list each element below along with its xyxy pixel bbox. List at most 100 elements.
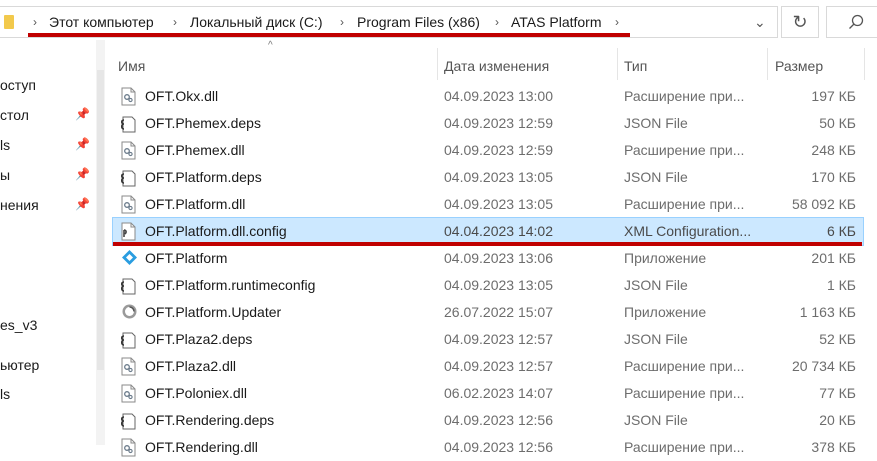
file-name[interactable]: OFT.Platform.runtimeconfig bbox=[145, 277, 315, 293]
file-date: 04.09.2023 12:57 bbox=[444, 331, 553, 347]
file-row[interactable]: OFT.Poloniex.dll 06.02.2023 14:07 Расширен… bbox=[113, 380, 863, 407]
file-size: 50 КБ bbox=[819, 115, 856, 131]
file-name[interactable]: OFT.Phemex.dll bbox=[145, 142, 245, 158]
file-type: JSON File bbox=[624, 169, 688, 185]
file-type: Расширение при... bbox=[624, 439, 745, 455]
file-name[interactable]: OFT.Okx.dll bbox=[145, 88, 218, 104]
file-row[interactable]: OFT.Platform.dll 04.09.2023 13:05 Расширен… bbox=[113, 191, 863, 218]
nav-item[interactable]: стол bbox=[0, 107, 29, 123]
dll-icon bbox=[121, 141, 136, 160]
file-row[interactable]: OFT.Platform.Updater 26.07.2022 15:07 Прил… bbox=[113, 299, 863, 326]
column-header-type[interactable]: Тип bbox=[624, 58, 647, 74]
file-name[interactable]: OFT.Platform.dll bbox=[145, 196, 245, 212]
file-name[interactable]: OFT.Rendering.dll bbox=[145, 439, 258, 455]
file-type: JSON File bbox=[624, 412, 688, 428]
file-row[interactable]: OFT.Okx.dll 04.09.2023 13:00 Расширение пр… bbox=[113, 83, 863, 110]
column-divider[interactable] bbox=[767, 48, 768, 80]
json-icon bbox=[120, 330, 136, 349]
file-row[interactable]: OFT.Phemex.dll 04.09.2023 12:59 Расширение… bbox=[113, 137, 863, 164]
json-icon bbox=[120, 114, 136, 133]
file-name[interactable]: OFT.Platform bbox=[145, 250, 227, 266]
file-date: 04.09.2023 12:57 bbox=[444, 358, 553, 374]
file-row[interactable]: OFT.Plaza2.dll 04.09.2023 12:57 Расширение… bbox=[113, 353, 863, 380]
nav-item[interactable]: ls bbox=[0, 386, 10, 402]
nav-item[interactable]: ьютер bbox=[0, 357, 39, 373]
nav-scrollbar-thumb[interactable] bbox=[97, 70, 104, 370]
chevron-right-icon[interactable]: › bbox=[173, 15, 177, 29]
file-size: 248 КБ bbox=[811, 142, 856, 158]
file-row[interactable]: OFT.Platform.dll.config 04.04.2023 14:02 X… bbox=[112, 217, 864, 246]
file-size: 1 КБ bbox=[826, 277, 856, 293]
column-header-name[interactable]: Имя bbox=[118, 58, 145, 74]
file-name[interactable]: OFT.Platform.deps bbox=[145, 169, 262, 185]
file-type: Расширение при... bbox=[624, 196, 745, 212]
file-row[interactable]: OFT.Platform 04.09.2023 13:06 Приложение 20… bbox=[113, 245, 863, 272]
search-input[interactable] bbox=[826, 6, 877, 38]
file-type: Расширение при... bbox=[624, 358, 745, 374]
file-row[interactable]: OFT.Platform.deps 04.09.2023 13:05 JSON Fi… bbox=[113, 164, 863, 191]
search-icon bbox=[849, 14, 864, 29]
file-size: 1 163 КБ bbox=[799, 304, 856, 320]
pin-icon: 📌 bbox=[75, 167, 90, 181]
file-date: 26.07.2022 15:07 bbox=[444, 304, 553, 320]
file-row[interactable]: OFT.Platform.runtimeconfig 04.09.2023 13:… bbox=[113, 272, 863, 299]
breadcrumb-atas-platform[interactable]: ATAS Platform bbox=[511, 14, 602, 30]
file-row[interactable]: OFT.Phemex.deps 04.09.2023 12:59 JSON File… bbox=[113, 110, 863, 137]
chevron-right-icon[interactable]: › bbox=[495, 15, 499, 29]
file-row[interactable]: OFT.Plaza2.deps 04.09.2023 12:57 JSON File… bbox=[113, 326, 863, 353]
file-size: 201 КБ bbox=[811, 250, 856, 266]
column-divider[interactable] bbox=[437, 48, 438, 80]
nav-item[interactable]: ы bbox=[0, 167, 10, 183]
file-name[interactable]: OFT.Plaza2.dll bbox=[145, 358, 236, 374]
file-row[interactable]: OFT.Rendering.dll 04.09.2023 12:56 Расшире… bbox=[113, 434, 863, 461]
folder-icon bbox=[4, 15, 14, 29]
refresh-icon: ↻ bbox=[792, 12, 808, 32]
file-date: 04.09.2023 12:56 bbox=[444, 439, 553, 455]
breadcrumb-program-files[interactable]: Program Files (x86) bbox=[357, 14, 480, 30]
file-type: XML Configuration... bbox=[624, 223, 752, 239]
dll-icon bbox=[121, 87, 136, 106]
file-name[interactable]: OFT.Phemex.deps bbox=[145, 115, 261, 131]
file-size: 170 КБ bbox=[811, 169, 856, 185]
file-size: 58 092 КБ bbox=[791, 196, 856, 212]
file-type: Расширение при... bbox=[624, 385, 745, 401]
pin-icon: 📌 bbox=[75, 137, 90, 151]
chevron-down-icon[interactable]: ⌄ bbox=[754, 14, 766, 31]
file-date: 04.09.2023 12:56 bbox=[444, 412, 553, 428]
nav-item[interactable]: ls bbox=[0, 137, 10, 153]
chevron-right-icon[interactable]: › bbox=[615, 15, 619, 29]
column-divider[interactable] bbox=[864, 48, 865, 80]
nav-item[interactable]: нения bbox=[0, 197, 39, 213]
nav-item[interactable]: es_v3 bbox=[0, 317, 37, 333]
file-name[interactable]: OFT.Rendering.deps bbox=[145, 412, 274, 428]
file-name[interactable]: OFT.Poloniex.dll bbox=[145, 385, 247, 401]
file-date: 04.09.2023 13:00 bbox=[444, 88, 553, 104]
file-row[interactable]: OFT.Rendering.deps 04.09.2023 12:56 JSON F… bbox=[113, 407, 863, 434]
file-name[interactable]: OFT.Platform.dll.config bbox=[145, 223, 287, 239]
dll-icon bbox=[121, 195, 136, 214]
file-size: 6 КБ bbox=[826, 223, 856, 239]
file-name[interactable]: OFT.Platform.Updater bbox=[145, 304, 281, 320]
column-header-date[interactable]: Дата изменения bbox=[444, 58, 549, 74]
column-header-size[interactable]: Размер bbox=[775, 58, 823, 74]
file-date: 04.09.2023 13:05 bbox=[444, 196, 553, 212]
chevron-right-icon[interactable]: › bbox=[340, 15, 344, 29]
breadcrumb-this-pc[interactable]: Этот компьютер bbox=[49, 14, 154, 30]
breadcrumb-local-disk[interactable]: Локальный диск (C:) bbox=[190, 14, 323, 30]
file-date: 04.09.2023 13:06 bbox=[444, 250, 553, 266]
chevron-right-icon[interactable]: › bbox=[33, 15, 37, 29]
navigation-pane: оступ стол 📌 ls 📌 ы 📌 нения 📌 es_v3 ьюте… bbox=[0, 40, 100, 445]
refresh-button[interactable]: ↻ bbox=[781, 6, 819, 38]
dll-icon bbox=[121, 357, 136, 376]
file-type: JSON File bbox=[624, 115, 688, 131]
json-icon bbox=[120, 276, 136, 295]
pin-icon: 📌 bbox=[75, 197, 90, 211]
file-type: Приложение bbox=[624, 250, 707, 266]
nav-item[interactable]: оступ bbox=[0, 77, 36, 93]
file-size: 378 КБ bbox=[811, 439, 856, 455]
file-name[interactable]: OFT.Plaza2.deps bbox=[145, 331, 252, 347]
file-type: JSON File bbox=[624, 331, 688, 347]
file-type: JSON File bbox=[624, 277, 688, 293]
column-divider[interactable] bbox=[617, 48, 618, 80]
file-date: 06.02.2023 14:07 bbox=[444, 385, 553, 401]
